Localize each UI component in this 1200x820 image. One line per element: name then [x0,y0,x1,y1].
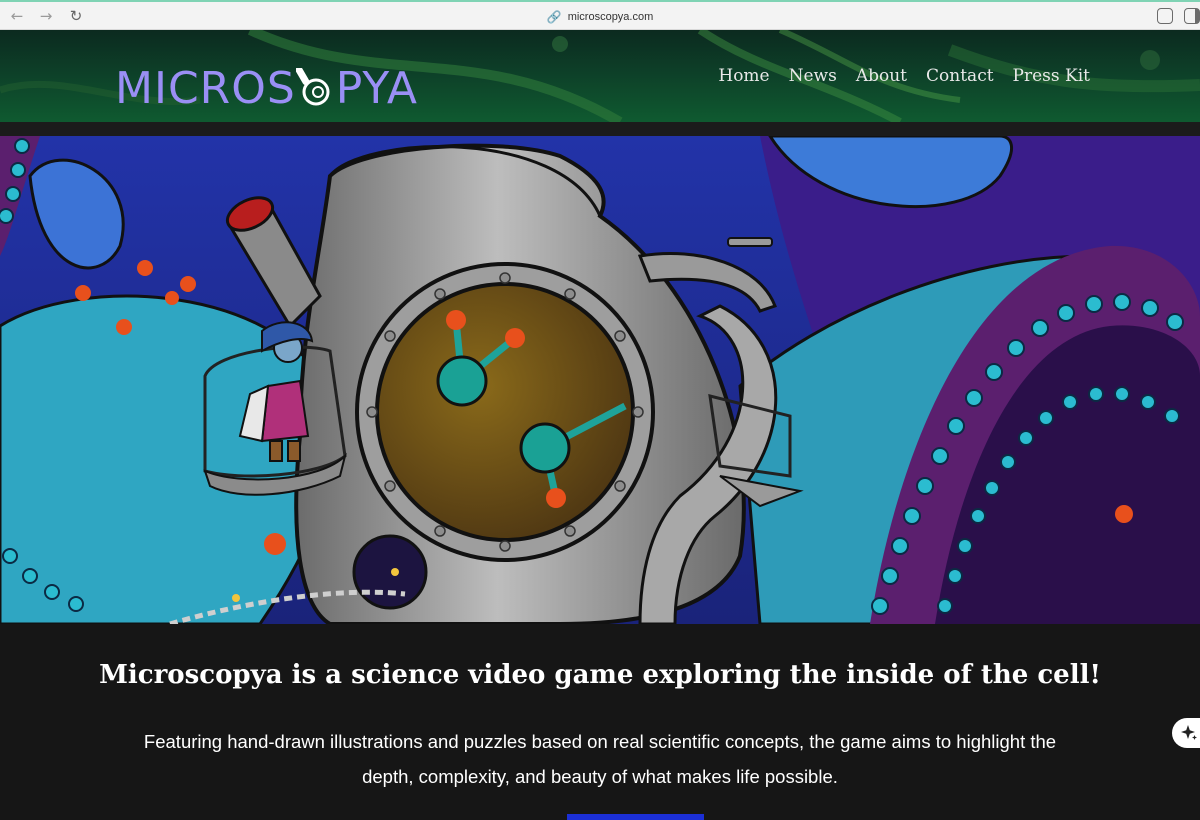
nav-news[interactable]: News [789,66,837,86]
nav-home[interactable]: Home [718,66,769,86]
reader-icon[interactable] [1157,8,1173,24]
header-divider [0,122,1200,136]
site-logo[interactable]: MICROS PYA [115,58,418,118]
sidebar-icon[interactable] [1184,8,1200,24]
reload-icon[interactable]: ↻ [67,7,85,25]
browser-toolbar: ← → ↻ 🔗 microscopya.com [0,0,1200,30]
main-navigation: Home News About Contact Press Kit [718,66,1090,86]
sparkle-icon [1181,725,1197,740]
logo-text-right: PYA [335,62,418,114]
logo-microscope-icon [295,66,336,108]
address-bar[interactable]: 🔗 microscopya.com [500,8,700,26]
nav-about[interactable]: About [856,66,907,86]
sparkle-assistant-button[interactable] [1172,718,1200,748]
accent-bar [567,814,704,820]
back-arrow-icon[interactable]: ← [8,7,26,25]
nav-press-kit[interactable]: Press Kit [1013,66,1090,86]
logo-text-left: MICROS [115,62,296,114]
tagline-heading: Microscopya is a science video game expl… [99,660,1101,690]
description-text: Featuring hand-drawn illustrations and p… [143,731,1057,787]
hero-illustration [0,136,1200,624]
site-header: MICROS PYA Home News About Contact Press… [0,30,1200,122]
link-icon: 🔗 [546,10,562,24]
forward-arrow-icon[interactable]: → [37,7,55,25]
hero-art [0,136,1200,624]
nav-contact[interactable]: Contact [926,66,994,86]
url-text: microscopya.com [567,11,654,23]
